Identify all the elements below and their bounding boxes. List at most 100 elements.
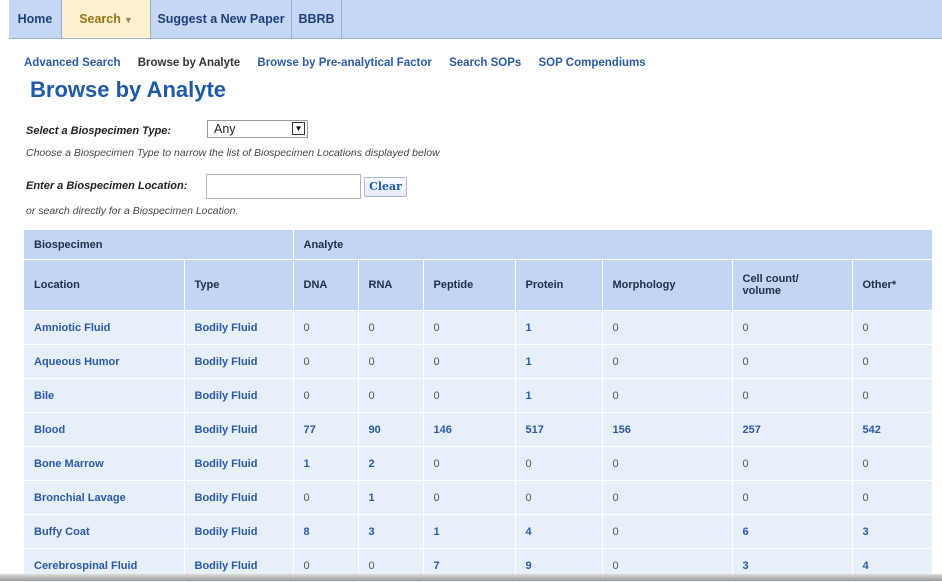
subnav-advanced-search[interactable]: Advanced Search <box>24 57 121 69</box>
analyte-count: 0 <box>602 345 732 379</box>
analyte-count: 0 <box>602 515 732 549</box>
biospecimen-type-label: Select a Biospecimen Type: <box>26 125 171 137</box>
type-link[interactable]: Bodily Fluid <box>184 481 293 515</box>
analyte-count[interactable]: 146 <box>423 413 515 447</box>
analyte-count: 0 <box>732 379 852 413</box>
analyte-count[interactable]: 1 <box>515 379 602 413</box>
analyte-count: 0 <box>358 379 423 413</box>
analyte-count[interactable]: 3 <box>852 515 932 549</box>
biospecimen-location-label: Enter a Biospecimen Location: <box>26 180 187 192</box>
analyte-count[interactable]: 1 <box>293 447 358 481</box>
table-row: Aqueous HumorBodily Fluid0001000 <box>24 345 932 379</box>
subnav-browse-preanalytical[interactable]: Browse by Pre-analytical Factor <box>257 57 431 69</box>
analyte-count: 0 <box>732 481 852 515</box>
analyte-count: 0 <box>358 311 423 345</box>
sub-nav: Advanced Search Browse by Analyte Browse… <box>24 57 660 69</box>
analyte-count: 0 <box>852 481 932 515</box>
analyte-count: 0 <box>293 481 358 515</box>
location-link[interactable]: Bile <box>24 379 184 413</box>
location-link[interactable]: Blood <box>24 413 184 447</box>
biospecimen-type-value: Any <box>214 122 236 136</box>
location-link[interactable]: Amniotic Fluid <box>24 311 184 345</box>
analyte-count[interactable]: 1 <box>423 515 515 549</box>
col-header-type: Type <box>184 260 293 311</box>
type-link[interactable]: Bodily Fluid <box>184 345 293 379</box>
table-row: BloodBodily Fluid7790146517156257542 <box>24 413 932 447</box>
analyte-count[interactable]: 156 <box>602 413 732 447</box>
table-row: Bronchial LavageBodily Fluid0100000 <box>24 481 932 515</box>
analyte-count: 0 <box>602 379 732 413</box>
analyte-count: 0 <box>423 311 515 345</box>
type-link[interactable]: Bodily Fluid <box>184 515 293 549</box>
analyte-count: 0 <box>423 345 515 379</box>
location-link[interactable]: Bronchial Lavage <box>24 481 184 515</box>
subnav-search-sops[interactable]: Search SOPs <box>449 57 521 69</box>
biospecimen-location-hint: or search directly for a Biospecimen Loc… <box>26 205 238 217</box>
analyte-count[interactable]: 4 <box>515 515 602 549</box>
group-header-analyte: Analyte <box>293 230 932 260</box>
chevron-down-icon: ▼ <box>292 122 305 135</box>
analyte-count: 0 <box>732 311 852 345</box>
analyte-count[interactable]: 542 <box>852 413 932 447</box>
clear-button[interactable]: Clear <box>364 177 407 197</box>
analyte-count: 0 <box>852 379 932 413</box>
analyte-count[interactable]: 1 <box>515 311 602 345</box>
analyte-count[interactable]: 257 <box>732 413 852 447</box>
type-link[interactable]: Bodily Fluid <box>184 413 293 447</box>
subnav-browse-analyte[interactable]: Browse by Analyte <box>138 57 240 69</box>
analyte-count[interactable]: 517 <box>515 413 602 447</box>
biospecimen-location-input[interactable] <box>206 174 361 199</box>
analyte-count[interactable]: 1 <box>358 481 423 515</box>
analyte-count[interactable]: 2 <box>358 447 423 481</box>
analyte-count[interactable]: 1 <box>515 345 602 379</box>
table-row: BileBodily Fluid0001000 <box>24 379 932 413</box>
biospecimen-type-hint: Choose a Biospecimen Type to narrow the … <box>26 147 440 159</box>
analyte-count: 0 <box>852 345 932 379</box>
tab-bbrb[interactable]: BBRB <box>292 0 342 38</box>
analyte-count[interactable]: 6 <box>732 515 852 549</box>
col-header-cell-count: Cell count/ volume <box>732 260 852 311</box>
table-row: Bone MarrowBodily Fluid1200000 <box>24 447 932 481</box>
table-row: Buffy CoatBodily Fluid8314063 <box>24 515 932 549</box>
col-header-other: Other* <box>852 260 932 311</box>
chevron-down-icon: ▼ <box>124 15 133 25</box>
analyte-count: 0 <box>423 447 515 481</box>
type-link[interactable]: Bodily Fluid <box>184 311 293 345</box>
col-header-rna: RNA <box>358 260 423 311</box>
analyte-count: 0 <box>293 345 358 379</box>
tab-suggest-label: Suggest a New Paper <box>157 12 284 26</box>
tab-bbrb-label: BBRB <box>298 12 334 26</box>
analyte-count: 0 <box>852 447 932 481</box>
table-row: Amniotic FluidBodily Fluid0001000 <box>24 311 932 345</box>
analyte-count: 0 <box>515 481 602 515</box>
tab-search[interactable]: Search▼ <box>62 0 151 38</box>
analyte-count[interactable]: 77 <box>293 413 358 447</box>
analyte-count: 0 <box>852 311 932 345</box>
top-nav: Home Search▼ Suggest a New Paper BBRB <box>9 0 942 39</box>
analyte-count: 0 <box>293 311 358 345</box>
analyte-count[interactable]: 3 <box>358 515 423 549</box>
analyte-count: 0 <box>602 481 732 515</box>
subnav-sop-compendiums[interactable]: SOP Compendiums <box>539 57 646 69</box>
location-link[interactable]: Aqueous Humor <box>24 345 184 379</box>
col-header-location: Location <box>24 260 184 311</box>
col-header-protein: Protein <box>515 260 602 311</box>
tab-search-label: Search <box>79 12 121 26</box>
analyte-count: 0 <box>423 481 515 515</box>
analyte-count: 0 <box>293 379 358 413</box>
group-header-biospecimen: Biospecimen <box>24 230 293 260</box>
analyte-count: 0 <box>602 447 732 481</box>
tab-home-label: Home <box>18 12 53 26</box>
type-link[interactable]: Bodily Fluid <box>184 379 293 413</box>
biospecimen-type-select[interactable]: Any ▼ <box>207 120 308 138</box>
analyte-count: 0 <box>732 345 852 379</box>
page-title: Browse by Analyte <box>30 77 226 103</box>
tab-home[interactable]: Home <box>9 0 62 38</box>
type-link[interactable]: Bodily Fluid <box>184 447 293 481</box>
analyte-count[interactable]: 90 <box>358 413 423 447</box>
location-link[interactable]: Bone Marrow <box>24 447 184 481</box>
location-link[interactable]: Buffy Coat <box>24 515 184 549</box>
col-header-dna: DNA <box>293 260 358 311</box>
analyte-count[interactable]: 8 <box>293 515 358 549</box>
tab-suggest-paper[interactable]: Suggest a New Paper <box>151 0 292 38</box>
